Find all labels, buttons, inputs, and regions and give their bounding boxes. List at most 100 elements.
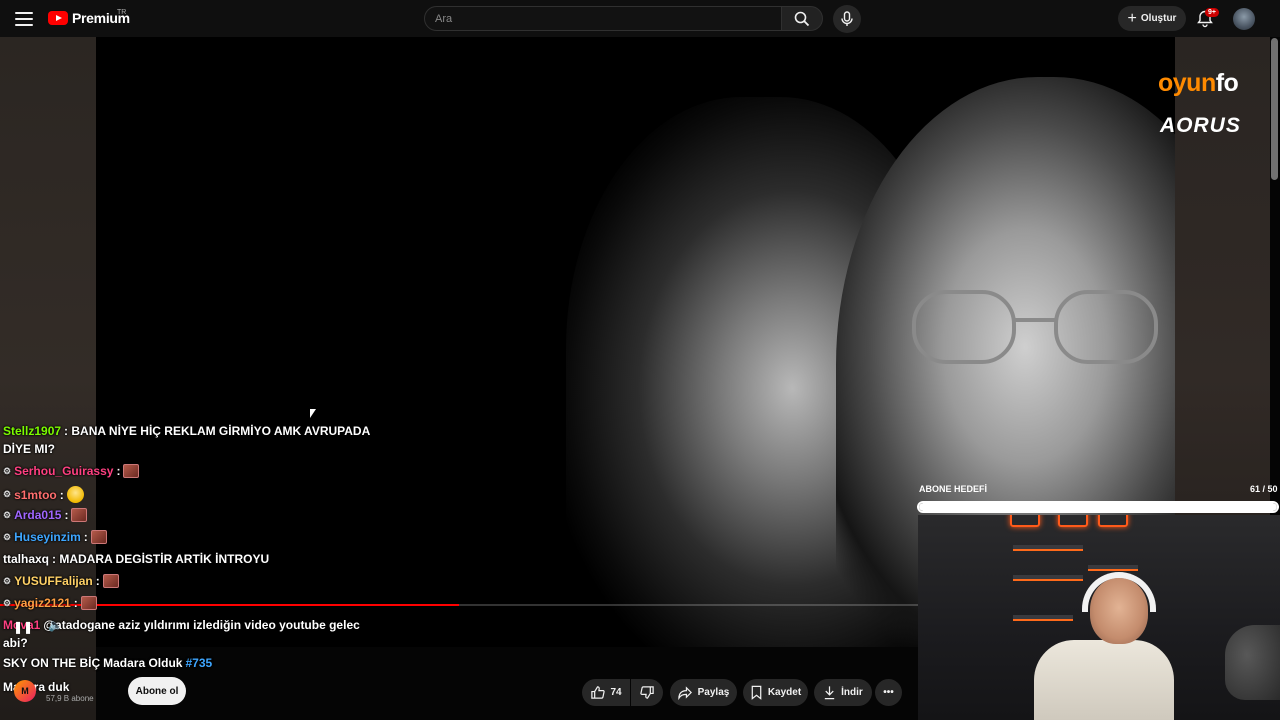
chat-message: ⚙ Huseyinzim:: [3, 530, 107, 544]
chat-emote: [102, 574, 119, 588]
chat-username[interactable]: SKY ON THE BİÇ: [3, 656, 100, 670]
youtube-play-icon: [48, 11, 68, 25]
dislike-button[interactable]: [631, 679, 663, 706]
top-bar: Premium TR Ara + Oluştur 9+: [0, 0, 1280, 37]
voice-search-button[interactable]: [833, 5, 861, 33]
chat-user-badge-icon: ⚙: [3, 531, 12, 542]
chat-emote: [71, 508, 88, 522]
chat-text: : BANA NİYE HİÇ REKLAM GİRMİYO AMK AVRUP…: [64, 424, 371, 438]
chat-username[interactable]: Serhou_Guirassy: [14, 464, 113, 478]
figurine-shelf: [1013, 575, 1083, 581]
chat-username[interactable]: Huseyinzim: [14, 530, 81, 544]
glasses-shape: [912, 290, 1158, 364]
sponsor-aorus-logo: AORUS: [1160, 114, 1241, 137]
volume-icon[interactable]: 🔈: [48, 618, 63, 632]
chat-user-badge-icon: ⚙: [3, 489, 12, 499]
create-label: Oluştur: [1140, 13, 1177, 24]
subscriber-goal-count: 61 / 50: [1250, 484, 1278, 494]
chat-message: ttalhaxq: MADARA DEGİSTİR ARTİK İNTROYU: [3, 552, 269, 566]
figurine-shelf: [1088, 565, 1138, 571]
chat-text: DİYE MI?: [3, 442, 56, 456]
channel-avatar[interactable]: M: [14, 680, 36, 702]
create-button[interactable]: + Oluştur: [1118, 6, 1186, 31]
page-scrollbar[interactable]: [1271, 38, 1278, 180]
subscriber-count: 57,9 B abone: [46, 694, 94, 703]
pause-icon[interactable]: ❚❚: [13, 620, 33, 634]
chat-user-badge-icon: ⚙: [3, 509, 12, 520]
account-avatar[interactable]: [1233, 8, 1255, 30]
notification-badge: 9+: [1205, 8, 1219, 17]
background-sink: [1225, 625, 1280, 700]
subscriber-goal-fill: [919, 503, 1277, 511]
neon-decor: [1010, 515, 1040, 527]
chat-message: ⚙ Arda015:: [3, 508, 88, 522]
chat-text: :: [95, 574, 100, 588]
like-count: 74: [610, 687, 622, 698]
chat-emoji-face: [66, 486, 84, 503]
chat-message: ⚙ yagiz2121:: [3, 596, 97, 610]
neon-decor: [1098, 515, 1128, 527]
thumbs-down-icon: [639, 686, 654, 699]
logo-region: TR: [117, 9, 127, 16]
chat-text: duk: [48, 680, 70, 694]
mouse-cursor: [310, 409, 316, 418]
chat-text: : MADARA DEGİSTİR ARTİK İNTROYU: [52, 552, 270, 566]
chat-text: :: [83, 530, 88, 544]
thumbs-up-icon: [591, 686, 606, 699]
download-label: İndir: [841, 687, 863, 698]
chat-message: Stellz1907: BANA NİYE HİÇ REKLAM GİRMİYO…: [3, 424, 370, 438]
sponsor-oyunfor-logo: oyunfo: [1158, 69, 1239, 97]
chat-message: DİYE MI?: [3, 442, 55, 456]
chat-user-badge-icon: ⚙: [3, 575, 12, 586]
subscribe-button[interactable]: Abone ol: [128, 677, 186, 705]
save-button[interactable]: Kaydet: [743, 679, 808, 706]
search-icon: [794, 11, 810, 26]
chat-text: Madara Olduk: [103, 656, 183, 670]
chat-message: ⚙ YUSUFFalijan:: [3, 574, 119, 588]
chat-username[interactable]: ttalhaxq: [3, 552, 49, 566]
search-input[interactable]: Ara: [424, 6, 782, 31]
chat-text: @atadogane aziz yıldırımı izlediğin vide…: [43, 618, 360, 632]
chat-text: :: [64, 508, 69, 522]
chat-message: Madaraduk: [3, 680, 69, 694]
subscriber-goal-label: ABONE HEDEFİ: [919, 484, 988, 494]
figurine-shelf: [1013, 545, 1083, 551]
chat-message: SKY ON THE BİÇ Madara Olduk #735: [3, 656, 212, 670]
chat-text: :: [59, 487, 64, 502]
chat-text: abi?: [3, 636, 28, 650]
chat-emote: [123, 464, 140, 478]
streamer-shirt: [1034, 640, 1174, 720]
download-button[interactable]: İndir: [814, 679, 872, 706]
chat-message: ⚙ s1mtoo:: [3, 486, 84, 503]
chat-text: :: [116, 464, 121, 478]
chat-user-badge-icon: ⚙: [3, 465, 12, 476]
neon-decor: [1058, 515, 1088, 527]
search-button[interactable]: [781, 6, 823, 31]
chat-hashtag[interactable]: #735: [185, 656, 212, 670]
share-arrow-icon: [677, 686, 692, 700]
share-label: Paylaş: [697, 687, 730, 698]
chat-username[interactable]: YUSUFFalijan: [14, 574, 93, 588]
download-icon: [824, 686, 835, 700]
chat-message: abi?: [3, 636, 28, 650]
plus-icon: +: [1127, 9, 1137, 27]
chat-text: :: [73, 596, 78, 610]
figurine-shelf: [1013, 615, 1073, 621]
bookmark-icon: [751, 685, 762, 700]
chat-emote: [90, 530, 107, 544]
chat-username[interactable]: Arda015: [14, 508, 61, 522]
chat-user-badge-icon: ⚙: [3, 597, 12, 608]
microphone-icon: [841, 11, 853, 26]
chat-username[interactable]: yagiz2121: [14, 596, 71, 610]
chat-emote: [80, 596, 97, 610]
subscriber-goal-bar: [917, 501, 1279, 513]
chat-message: ⚙ Serhou_Guirassy:: [3, 464, 140, 478]
like-button[interactable]: 74: [582, 679, 630, 706]
save-label: Kaydet: [767, 687, 802, 698]
share-button[interactable]: Paylaş: [670, 679, 737, 706]
hamburger-menu-icon[interactable]: [12, 8, 36, 30]
search-placeholder: Ara: [435, 12, 453, 25]
more-actions-icon[interactable]: •••: [875, 679, 902, 706]
chat-username[interactable]: Stellz1907: [3, 424, 61, 438]
chat-username[interactable]: s1mtoo: [14, 488, 57, 502]
